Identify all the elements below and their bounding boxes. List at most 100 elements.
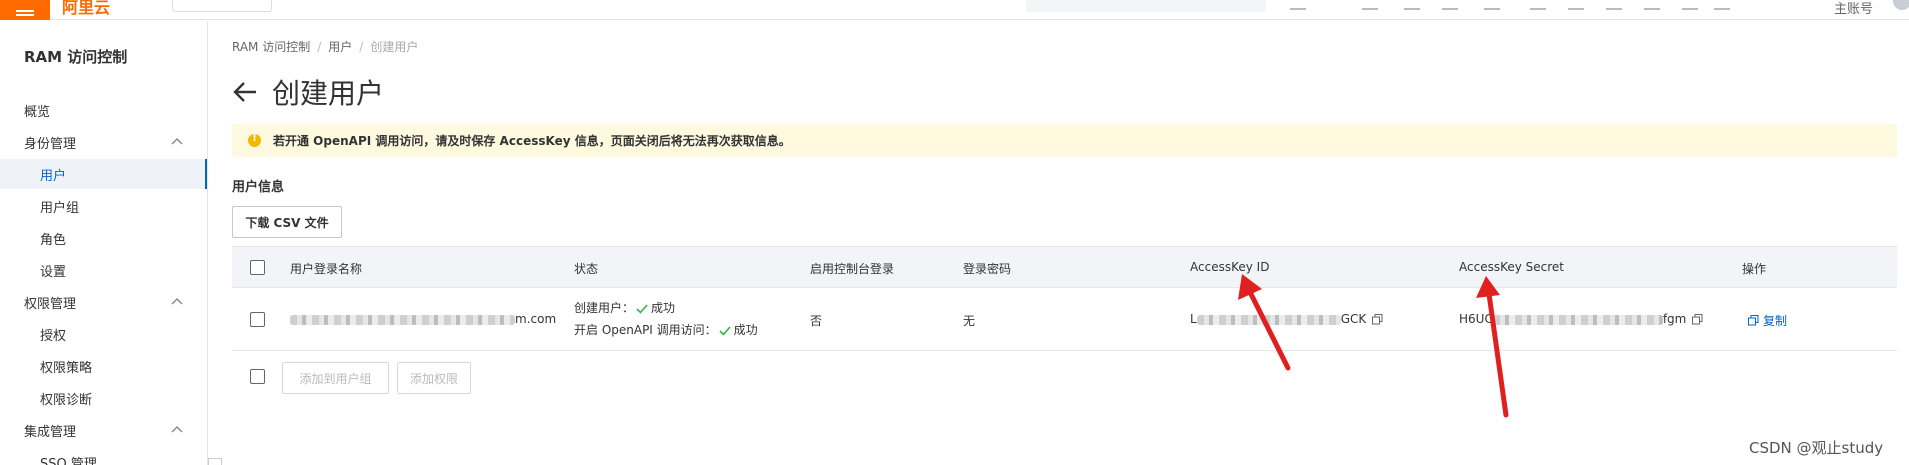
table-footer: 添加到用户组 添加权限: [232, 351, 1897, 401]
password-value: 无: [963, 314, 976, 328]
copy-action-label: 复制: [1763, 314, 1788, 328]
help-icon[interactable]: [1682, 0, 1698, 10]
breadcrumb-separator: /: [317, 39, 322, 54]
sidebar-item-sso[interactable]: SSO 管理: [0, 447, 207, 465]
sidebar-item-diagnosis[interactable]: 权限诊断: [0, 383, 207, 413]
sidebar-item-roles[interactable]: 角色: [0, 223, 207, 253]
global-search-input[interactable]: [1026, 0, 1266, 12]
sidebar-item-label: 权限策略: [40, 360, 93, 376]
page-header: 创建用户: [232, 72, 384, 112]
account-label[interactable]: 主账号: [1834, 0, 1873, 17]
footer-select-checkbox[interactable]: [250, 369, 265, 384]
status-value: 成功: [733, 323, 758, 337]
sidebar-item-label: 集成管理: [24, 424, 77, 440]
breadcrumb-item[interactable]: 用户: [328, 38, 352, 55]
access-key-secret-suffix: fgm: [1662, 312, 1687, 326]
sidebar-group-integration[interactable]: 集成管理: [0, 415, 207, 445]
notice-text: 若开通 OpenAPI 调用访问，请及时保存 AccessKey 信息，页面关闭…: [273, 134, 791, 148]
table-row: m.com 创建用户： 成功 开启 OpenAPI 调用访问： 成功 否 无 L GC…: [232, 288, 1897, 351]
copy-icon[interactable]: [1692, 314, 1703, 325]
redacted-text: [1492, 314, 1663, 325]
download-csv-button[interactable]: 下载 CSV 文件: [232, 206, 342, 238]
sidebar-item-user-groups[interactable]: 用户组: [0, 191, 207, 221]
redacted-text: [1196, 314, 1341, 325]
warning-icon: [248, 133, 261, 147]
menu-button[interactable]: [0, 0, 50, 20]
status-label: 创建用户：: [574, 301, 635, 315]
workspace-selector[interactable]: [172, 0, 272, 12]
copy-action-link[interactable]: 复制: [1748, 312, 1787, 329]
access-key-id: L GCK: [1190, 312, 1383, 326]
column-header: 启用控制台登录: [810, 262, 895, 276]
bell-icon[interactable]: [1606, 0, 1622, 10]
access-key-id-prefix: L: [1190, 312, 1197, 326]
top-menu-icon[interactable]: [1484, 0, 1500, 10]
redacted-text: [290, 314, 515, 325]
aliyun-logo[interactable]: 阿里云: [62, 0, 110, 18]
sidebar-item-grants[interactable]: 授权: [0, 319, 207, 349]
chevron-up-icon: [171, 138, 183, 145]
sidebar-item-label: 用户组: [40, 200, 80, 216]
sidebar-item-overview[interactable]: 概览: [0, 95, 207, 125]
breadcrumb: RAM 访问控制 / 用户 / 创建用户: [232, 38, 418, 55]
chevron-up-icon: [171, 298, 183, 305]
console-login-value: 否: [810, 314, 823, 328]
page-title: 创建用户: [272, 77, 385, 110]
access-key-secret-prefix: H6UC: [1459, 312, 1493, 326]
sidebar-item-label: 权限诊断: [40, 392, 93, 408]
sidebar-item-label: SSO 管理: [40, 456, 97, 465]
select-all-checkbox[interactable]: [250, 260, 265, 275]
top-menu-icon[interactable]: [1530, 0, 1546, 10]
watermark: CSDN @观止study: [1749, 439, 1884, 457]
sidebar-item-policies[interactable]: 权限策略: [0, 351, 207, 381]
add-to-group-button[interactable]: 添加到用户组: [282, 362, 389, 394]
breadcrumb-current: 创建用户: [370, 40, 419, 54]
column-header: 操作: [1742, 262, 1767, 276]
top-menu-icon[interactable]: [1568, 0, 1584, 10]
sidebar-item-label: 权限管理: [24, 296, 77, 312]
sidebar-item-label: 角色: [40, 232, 67, 248]
check-icon: [636, 303, 648, 314]
row-checkbox[interactable]: [250, 312, 265, 327]
breadcrumb-separator: /: [359, 39, 364, 54]
sidebar-collapse-toggle[interactable]: [208, 458, 222, 465]
user-login-name: m.com: [290, 312, 556, 326]
copy-icon: [1748, 315, 1759, 326]
column-header: AccessKey Secret: [1459, 260, 1565, 274]
back-arrow-icon[interactable]: [232, 79, 258, 105]
sidebar-title: RAM 访问控制: [24, 48, 128, 66]
access-key-secret: H6UC fgm: [1459, 312, 1703, 326]
sidebar-group-permissions[interactable]: 权限管理: [0, 287, 207, 317]
column-header: AccessKey ID: [1190, 260, 1270, 274]
copy-icon[interactable]: [1372, 314, 1383, 325]
status-label: 开启 OpenAPI 调用访问：: [574, 323, 717, 337]
top-navigation-bar: 阿里云 主账号: [0, 0, 1909, 20]
sidebar-item-settings[interactable]: 设置: [0, 255, 207, 285]
avatar[interactable]: [1893, 0, 1909, 10]
column-header: 用户登录名称: [290, 262, 363, 276]
sidebar-item-label: 概览: [24, 104, 51, 120]
column-header: 登录密码: [963, 262, 1012, 276]
warning-notice: 若开通 OpenAPI 调用访问，请及时保存 AccessKey 信息，页面关闭…: [232, 124, 1897, 157]
top-menu-icon[interactable]: [1404, 0, 1420, 10]
login-name-suffix: m.com: [515, 312, 557, 326]
chevron-up-icon: [171, 426, 183, 433]
sidebar-item-label: 授权: [40, 328, 67, 344]
cart-icon[interactable]: [1644, 0, 1660, 10]
breadcrumb-item[interactable]: RAM 访问控制: [232, 38, 310, 55]
sidebar-item-label: 身份管理: [24, 136, 77, 152]
top-menu-icon[interactable]: [1442, 0, 1458, 10]
top-menu-icon[interactable]: [1362, 0, 1378, 10]
hamburger-icon: [16, 10, 34, 16]
check-icon: [719, 325, 731, 336]
sidebar-group-identity[interactable]: 身份管理: [0, 127, 207, 157]
sidebar: RAM 访问控制 概览 身份管理 用户 用户组 角色 设置 权限管理 授权 权限…: [0, 21, 208, 465]
status-line-create-user: 创建用户： 成功: [574, 299, 675, 316]
top-menu-icon[interactable]: [1714, 0, 1730, 10]
top-menu-icon[interactable]: [1290, 0, 1306, 10]
access-key-id-suffix: GCK: [1340, 312, 1367, 326]
table-header: 用户登录名称 状态 启用控制台登录 登录密码 AccessKey ID Acce…: [232, 246, 1897, 288]
add-permission-button[interactable]: 添加权限: [397, 362, 471, 394]
user-info-table: 用户登录名称 状态 启用控制台登录 登录密码 AccessKey ID Acce…: [232, 246, 1897, 401]
sidebar-item-users[interactable]: 用户: [0, 159, 207, 189]
